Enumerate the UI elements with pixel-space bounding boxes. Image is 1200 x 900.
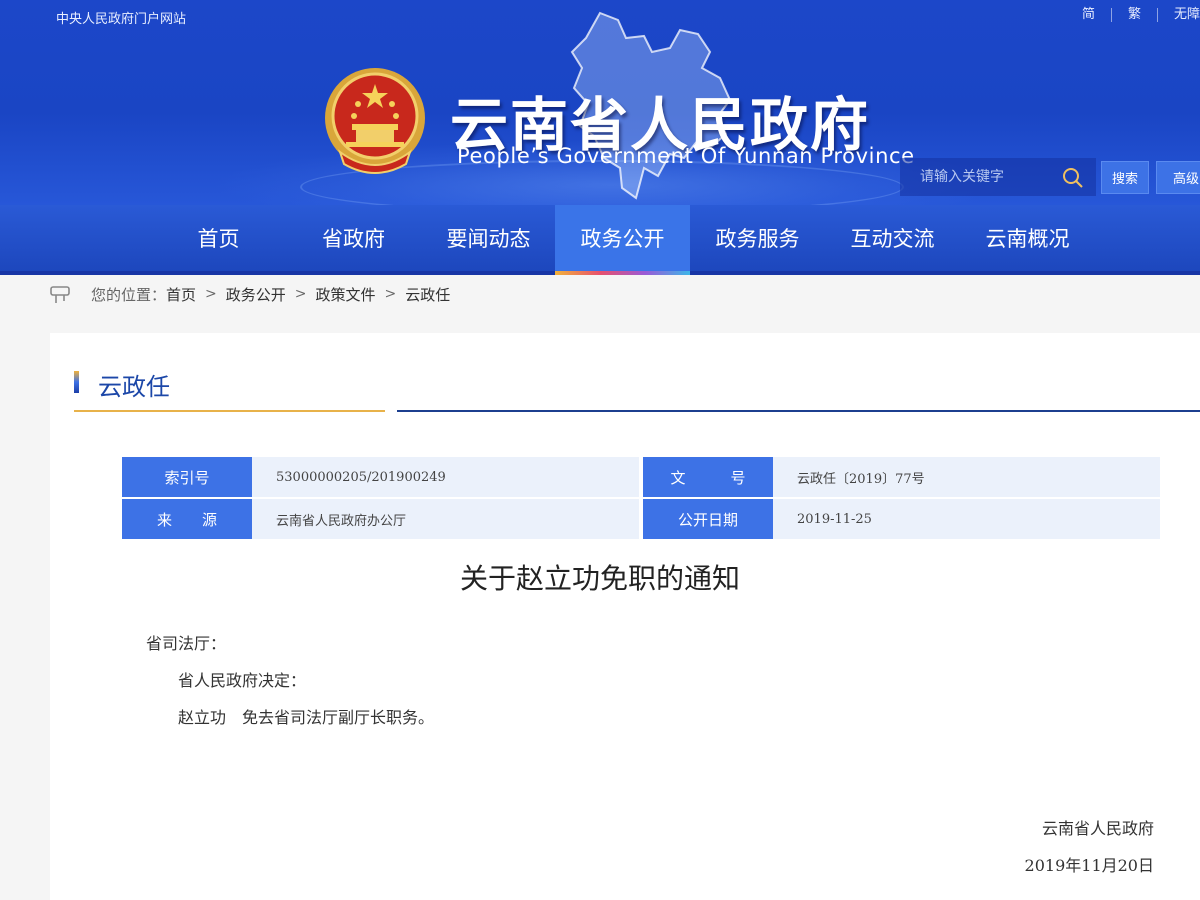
- meta-date-value: 2019-11-25: [773, 499, 1160, 539]
- search-box: [900, 158, 1096, 196]
- breadcrumb-label: 您的位置：: [91, 285, 167, 304]
- nav-item-yunnan-overview[interactable]: 云南概况: [960, 205, 1095, 271]
- search-icon[interactable]: [1062, 167, 1084, 189]
- document-salutation: 省司法厅：: [146, 634, 227, 653]
- nav-item-interaction[interactable]: 互动交流: [825, 205, 960, 271]
- chevron-right-icon: >: [384, 286, 397, 302]
- advanced-search-button[interactable]: 高级: [1156, 161, 1200, 194]
- breadcrumb: 您的位置： 首页 > 政务公开 > 政策文件 > 云政任: [50, 282, 450, 306]
- section-divider-gold: [74, 410, 385, 412]
- document-signature: 云南省人民政府: [1041, 819, 1154, 838]
- document-paragraph: 省人民政府决定：: [178, 671, 307, 690]
- search-button[interactable]: 搜索: [1101, 161, 1149, 194]
- section-title: 云政任: [98, 373, 170, 401]
- site-header: 中央人民政府门户网站 简 繁 无障 云南省人民政府 People’s Gover…: [0, 0, 1200, 205]
- breadcrumb-home[interactable]: 首页: [166, 284, 196, 305]
- meta-index-value: 53000000205/201900249: [252, 457, 639, 497]
- meta-docno-value: 云政任〔2019〕77号: [773, 457, 1160, 497]
- nav-item-gov-services[interactable]: 政务服务: [690, 205, 825, 271]
- meta-docno-label: 文 号: [643, 457, 780, 497]
- language-switcher: 简 繁 无障: [1066, 8, 1200, 22]
- nav-item-home[interactable]: 首页: [151, 205, 286, 271]
- meta-source-label: 来 源: [122, 499, 259, 539]
- chevron-right-icon: >: [205, 286, 217, 302]
- meta-index-label: 索引号: [122, 457, 259, 497]
- national-emblem-icon: [325, 68, 425, 174]
- search-input[interactable]: [918, 168, 1062, 186]
- breadcrumb-policy-documents[interactable]: 政策文件: [316, 284, 376, 305]
- site-subtitle: People’s Government Of Yunnan Province: [457, 144, 915, 168]
- breadcrumb-gov-affairs-open[interactable]: 政务公开: [226, 284, 286, 305]
- document-paragraph: 赵立功 免去省司法厅副厅长职务。: [178, 708, 435, 727]
- section-divider-blue: [397, 410, 1200, 412]
- lang-traditional[interactable]: 繁: [1110, 8, 1157, 22]
- meta-source-value: 云南省人民政府办公厅: [252, 499, 639, 539]
- nav-item-news[interactable]: 要闻动态: [421, 205, 556, 271]
- nav-item-gov-affairs-open[interactable]: 政务公开: [555, 205, 690, 275]
- document-title: 关于赵立功免职的通知: [459, 562, 740, 595]
- meta-row-1: 索引号 53000000205/201900249 文 号 云政任〔2019〕7…: [122, 457, 1161, 497]
- meta-date-label: 公开日期: [643, 499, 780, 539]
- chevron-right-icon: >: [294, 286, 307, 302]
- lang-simplified[interactable]: 简: [1066, 8, 1111, 22]
- nav-item-provincial-gov[interactable]: 省政府: [286, 205, 421, 271]
- location-sign-icon: [50, 286, 70, 303]
- section-accent-bar: [74, 371, 79, 393]
- meta-row-2: 来 源 云南省人民政府办公厅 公开日期 2019-11-25: [122, 499, 1161, 539]
- breadcrumb-current[interactable]: 云政任: [405, 284, 450, 305]
- central-gov-portal-link[interactable]: 中央人民政府门户网站: [56, 8, 186, 27]
- content-card: 云政任 索引号 53000000205/201900249 文 号 云政任〔20…: [50, 333, 1200, 900]
- lang-accessible[interactable]: 无障: [1156, 8, 1200, 22]
- document-date: 2019年11月20日: [1024, 856, 1154, 875]
- main-nav: 首页 省政府 要闻动态 政务公开 政务服务 互动交流 云南概况: [0, 205, 1200, 275]
